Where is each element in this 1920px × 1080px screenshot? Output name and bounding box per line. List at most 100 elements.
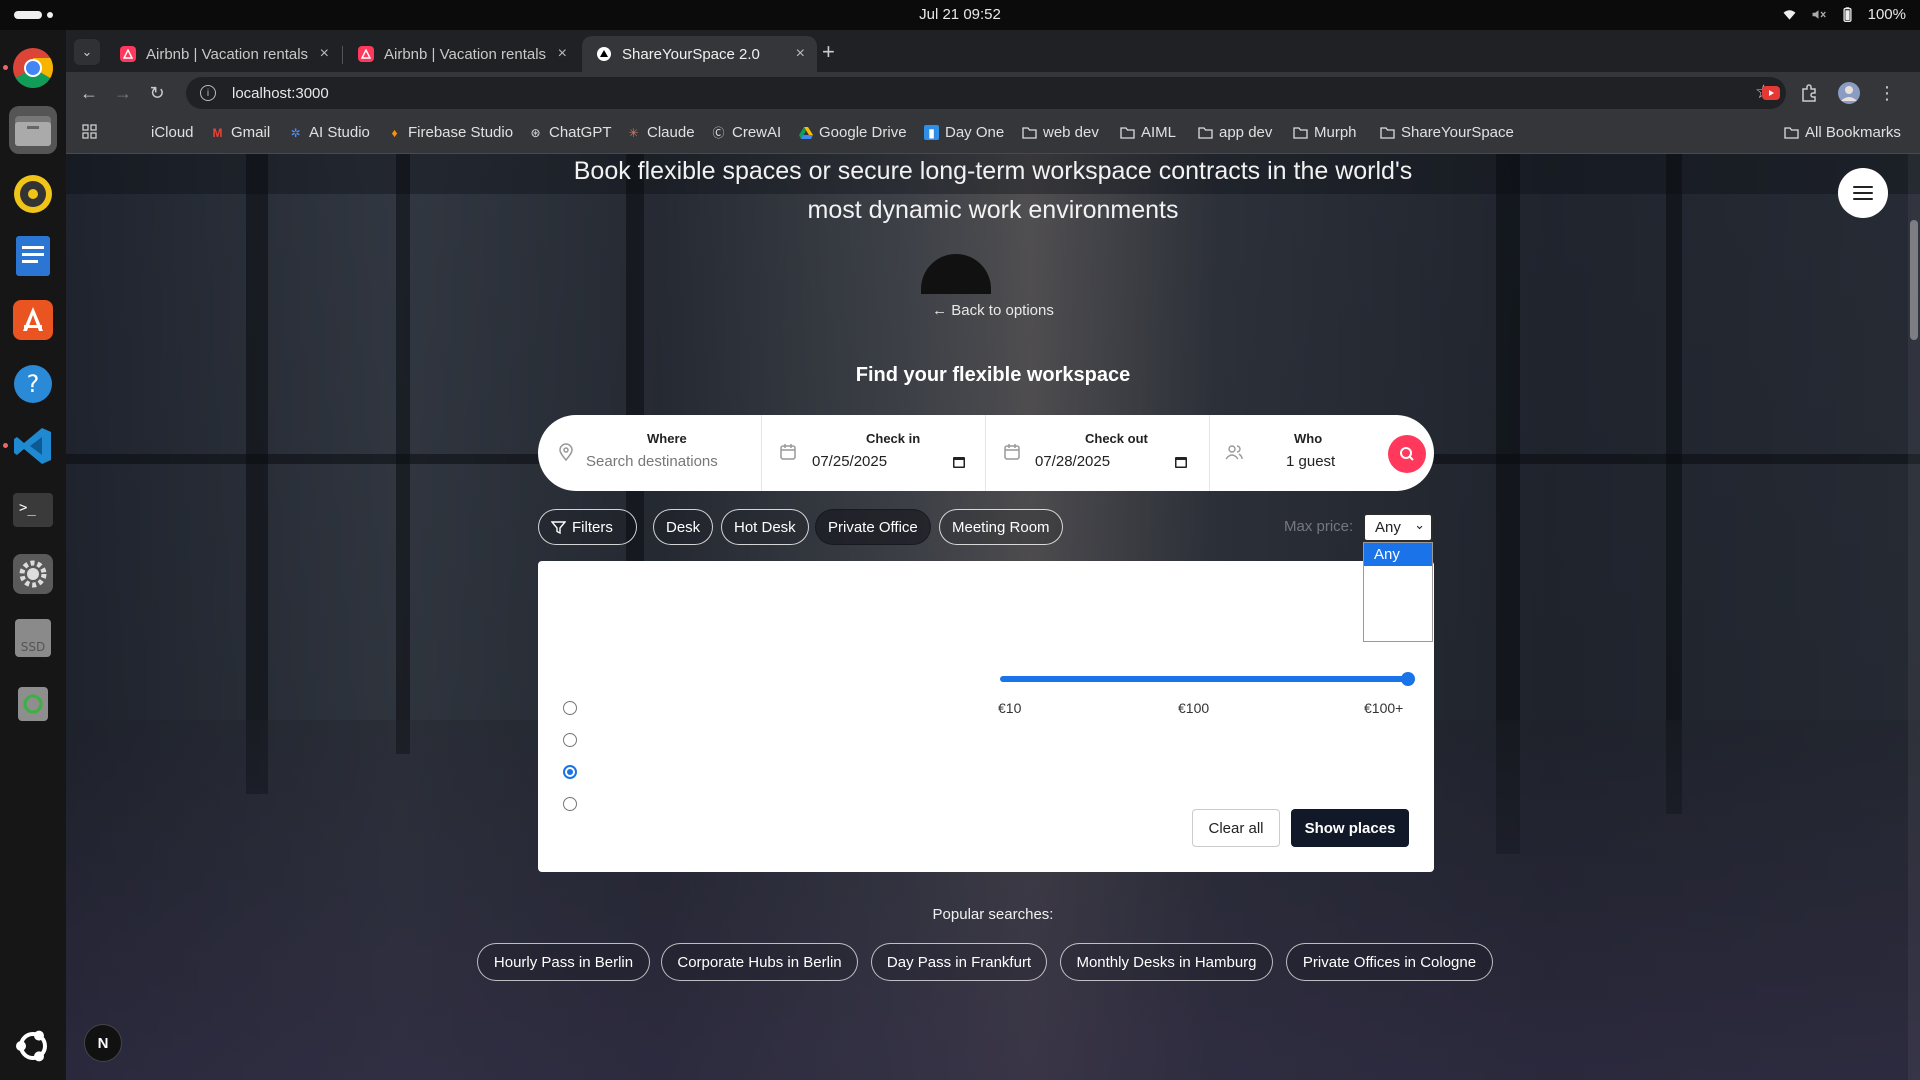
extensions-puzzle-icon[interactable] — [1796, 80, 1822, 106]
chip-private-office[interactable]: Private Office — [815, 509, 931, 545]
browser-menu-kebab-icon[interactable]: ⋮ — [1874, 80, 1900, 106]
chip-desk[interactable]: Desk — [653, 509, 714, 545]
bookmark-folder-murph[interactable]: Murph — [1293, 124, 1357, 141]
bookmark-google-drive[interactable]: Google Drive — [798, 124, 907, 141]
who-value[interactable]: 1 guest — [1286, 453, 1335, 470]
show-apps-button[interactable] — [9, 1022, 57, 1070]
profile-avatar[interactable] — [1836, 80, 1862, 106]
terminal-launcher[interactable]: >_ — [9, 486, 57, 534]
radio-option-selected[interactable] — [563, 765, 577, 779]
price-slider-track[interactable] — [1000, 676, 1408, 682]
bg-window-frame — [1666, 154, 1682, 814]
app-center-launcher[interactable] — [9, 296, 57, 344]
bookmark-folder-aiml[interactable]: AIML — [1120, 124, 1176, 141]
nextjs-dev-badge[interactable]: N — [84, 1024, 122, 1062]
bookmark-day-one[interactable]: ▮ Day One — [924, 124, 1004, 141]
help-launcher[interactable]: ? — [9, 360, 57, 408]
extension-youtube-icon[interactable] — [1758, 80, 1784, 106]
settings-launcher[interactable] — [9, 550, 57, 598]
filters-button[interactable]: Filters — [538, 509, 637, 545]
bookmark-icloud[interactable]: iCloud — [130, 124, 194, 141]
where-label: Where — [647, 431, 687, 446]
popular-search-chip[interactable]: Monthly Desks in Hamburg — [1060, 943, 1273, 981]
chip-hot-desk[interactable]: Hot Desk — [721, 509, 809, 545]
hamburger-menu-button[interactable] — [1838, 168, 1888, 218]
close-tab-icon[interactable]: × — [796, 45, 805, 63]
users-icon — [1225, 445, 1243, 460]
max-price-select[interactable]: Any ⌄ — [1363, 513, 1433, 542]
folder-icon — [1293, 125, 1308, 140]
bookmark-folder-app-dev[interactable]: app dev — [1198, 124, 1272, 141]
search-button[interactable] — [1388, 435, 1426, 473]
search-icon — [1400, 447, 1414, 461]
bookmark-firebase-studio[interactable]: ♦ Firebase Studio — [387, 124, 513, 141]
system-clock[interactable]: Jul 21 09:52 — [0, 6, 1920, 23]
hero-subtitle-line1: Book flexible spaces or secure long-term… — [573, 157, 1413, 185]
bookmark-gmail[interactable]: M Gmail — [210, 124, 271, 141]
address-bar[interactable]: i localhost:3000 ☆ — [186, 77, 1786, 109]
radio-option[interactable] — [563, 701, 577, 715]
calendar-picker-icon[interactable] — [952, 455, 966, 469]
calendar-picker-icon[interactable] — [1174, 455, 1188, 469]
radio-option[interactable] — [563, 733, 577, 747]
terminal-icon: >_ — [13, 493, 53, 527]
tab-search-button[interactable]: ⌄ — [74, 39, 100, 65]
popular-search-chip[interactable]: Private Offices in Cologne — [1286, 943, 1493, 981]
tab-airbnb-1[interactable]: Airbnb | Vacation rentals × — [106, 36, 341, 72]
where-field[interactable]: Where Search destinations — [538, 415, 761, 491]
where-input[interactable]: Search destinations — [586, 453, 718, 470]
popular-search-chip[interactable]: Day Pass in Frankfurt — [871, 943, 1047, 981]
check-in-field[interactable]: Check in 07/25/2025 — [762, 415, 985, 491]
reload-icon: ↻ — [149, 82, 165, 103]
close-tab-icon[interactable]: × — [558, 45, 567, 63]
system-status-area[interactable]: 100% — [1781, 6, 1906, 23]
bookmark-chatgpt[interactable]: ⊛ ChatGPT — [528, 124, 611, 141]
dropdown-option-any[interactable]: Any — [1364, 543, 1432, 566]
page-scrollbar[interactable] — [1908, 154, 1920, 1080]
tab-separator — [342, 46, 343, 64]
bookmark-folder-shareyourspace[interactable]: ShareYourSpace — [1380, 124, 1514, 141]
chrome-launcher[interactable] — [3, 44, 57, 92]
bookmark-crewai[interactable]: Ⓒ CrewAI — [711, 124, 781, 141]
site-info-icon[interactable]: i — [200, 85, 216, 101]
browser-toolbar: ← → ↻ i localhost:3000 ☆ ⋮ — [66, 72, 1920, 114]
chip-meeting-room[interactable]: Meeting Room — [939, 509, 1063, 545]
check-in-input[interactable]: 07/25/2025 — [812, 453, 887, 470]
ssd-drive-launcher[interactable]: SSD — [9, 614, 57, 662]
bookmark-claude[interactable]: ✳ Claude — [626, 124, 694, 141]
close-tab-icon[interactable]: × — [320, 45, 329, 63]
back-to-options-link[interactable]: ← Back to options — [66, 302, 1920, 319]
check-out-input[interactable]: 07/28/2025 — [1035, 453, 1110, 470]
bookmarks-bar: iCloud M Gmail ✲ AI Studio ♦ Firebase Studi… — [66, 114, 1920, 154]
chevron-down-icon: ⌄ — [1414, 517, 1425, 532]
bookmark-ai-studio[interactable]: ✲ AI Studio — [288, 124, 369, 141]
popular-search-chip[interactable]: Hourly Pass in Berlin — [477, 943, 650, 981]
apps-grid-icon[interactable] — [82, 124, 97, 139]
all-bookmarks-folder[interactable]: All Bookmarks — [1784, 124, 1901, 141]
firebase-icon: ♦ — [391, 125, 398, 140]
airbnb-favicon-icon — [120, 46, 136, 62]
radio-option[interactable] — [563, 797, 577, 811]
location-pin-icon — [559, 443, 573, 462]
hero-subtitle-line2: most dynamic work environments — [807, 196, 1179, 224]
tab-shareyourspace[interactable]: ShareYourSpace 2.0 × — [582, 36, 817, 72]
price-slider-thumb[interactable] — [1401, 672, 1415, 686]
who-field[interactable]: Who 1 guest — [1210, 415, 1380, 491]
check-out-field[interactable]: Check out 07/28/2025 — [986, 415, 1209, 491]
show-places-button[interactable]: Show places — [1291, 809, 1409, 847]
reload-button[interactable]: ↻ — [144, 80, 170, 106]
popular-search-chip[interactable]: Corporate Hubs in Berlin — [661, 943, 858, 981]
chevron-down-icon: ⌄ — [81, 44, 93, 59]
tab-airbnb-2[interactable]: Airbnb | Vacation rentals × — [344, 36, 579, 72]
new-tab-button[interactable]: + — [822, 39, 835, 65]
vscode-launcher[interactable] — [3, 422, 57, 470]
back-button[interactable]: ← — [76, 80, 102, 106]
rhythmbox-launcher[interactable] — [9, 170, 57, 218]
scrollbar-thumb[interactable] — [1910, 220, 1918, 340]
writer-launcher[interactable] — [9, 232, 57, 280]
clear-all-button[interactable]: Clear all — [1192, 809, 1280, 847]
files-launcher[interactable] — [9, 106, 57, 154]
forward-button[interactable]: → — [110, 80, 136, 106]
bookmark-folder-web-dev[interactable]: web dev — [1022, 124, 1099, 141]
trash-launcher[interactable] — [9, 678, 57, 726]
